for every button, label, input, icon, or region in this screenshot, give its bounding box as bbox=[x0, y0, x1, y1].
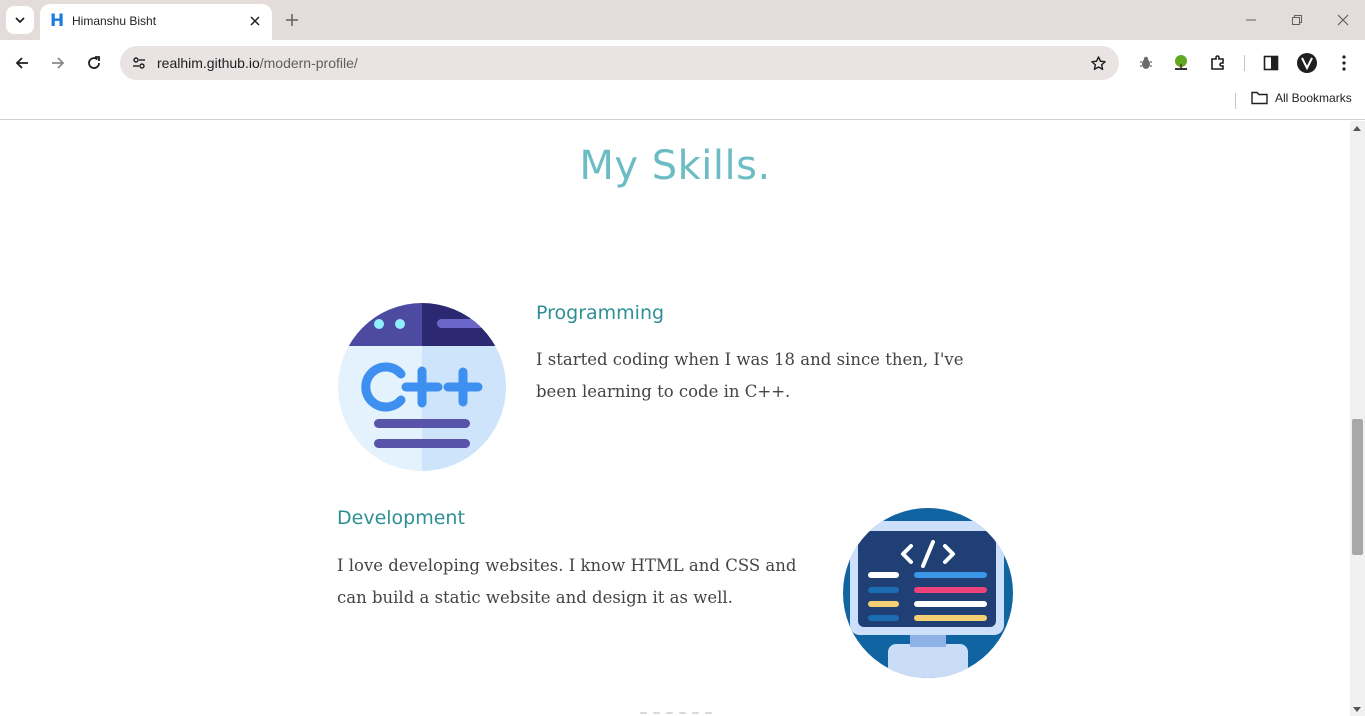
tab-title: Himanshu Bisht bbox=[72, 14, 157, 28]
skill-text-programming: I started coding when I was 18 and since… bbox=[536, 350, 964, 401]
all-bookmarks-label: All Bookmarks bbox=[1275, 91, 1352, 105]
back-button[interactable] bbox=[10, 51, 34, 75]
web-development-monitor-icon bbox=[843, 508, 1013, 678]
page-scrollbar[interactable] bbox=[1350, 121, 1365, 716]
cpp-code-icon bbox=[338, 303, 506, 471]
url-path: /modern-profile/ bbox=[259, 55, 358, 71]
reload-icon bbox=[88, 56, 100, 69]
all-bookmarks-button[interactable]: All Bookmarks bbox=[1251, 91, 1352, 105]
tab-close-button[interactable] bbox=[247, 13, 263, 29]
skill-text-development: I love developing websites. I know HTML … bbox=[337, 556, 797, 607]
tune-icon bbox=[133, 57, 145, 69]
close-icon bbox=[1337, 14, 1349, 26]
site-info-button[interactable] bbox=[128, 52, 150, 74]
scroll-down-arrow-icon[interactable] bbox=[1353, 707, 1361, 712]
tab-search-button[interactable] bbox=[6, 6, 34, 34]
tab-strip: H Himanshu Bisht bbox=[0, 0, 1365, 40]
side-panel-icon bbox=[1263, 55, 1279, 71]
scroll-up-arrow-icon[interactable] bbox=[1353, 126, 1361, 131]
forward-button[interactable] bbox=[46, 51, 70, 75]
reload-button[interactable] bbox=[82, 51, 106, 75]
extension-tree-button[interactable] bbox=[1170, 52, 1192, 74]
bug-icon bbox=[1140, 56, 1152, 69]
bookmarks-divider bbox=[1235, 93, 1236, 109]
arrow-right-icon bbox=[52, 57, 65, 69]
folder-icon bbox=[1251, 91, 1268, 105]
avatar-icon bbox=[1297, 53, 1317, 73]
restore-icon bbox=[1292, 15, 1302, 25]
plus-icon bbox=[286, 14, 298, 26]
restore-button[interactable] bbox=[1286, 10, 1308, 30]
url-host: realhim.github.io bbox=[157, 55, 260, 71]
side-panel-button[interactable] bbox=[1260, 52, 1282, 74]
minimize-button[interactable] bbox=[1240, 10, 1262, 30]
toolbar-divider bbox=[1244, 55, 1245, 71]
close-window-button[interactable] bbox=[1332, 10, 1354, 30]
chevron-down-icon bbox=[15, 17, 25, 24]
skill-title-development: Development bbox=[337, 507, 465, 529]
page-title: My Skills. bbox=[579, 143, 771, 189]
browser-toolbar: realhim.github.io/modern-profile/ bbox=[0, 40, 1365, 86]
extensions-button[interactable] bbox=[1207, 52, 1229, 74]
extension-bug-button[interactable] bbox=[1135, 52, 1157, 74]
bookmarks-bar: All Bookmarks bbox=[0, 86, 1365, 120]
section-divider-dots bbox=[640, 712, 712, 714]
url-text: realhim.github.io/modern-profile/ bbox=[157, 55, 358, 71]
page-viewport: My Skills. Programming I started coding … bbox=[0, 121, 1350, 716]
new-tab-button[interactable] bbox=[282, 10, 302, 30]
tab-himanshu-bisht[interactable]: H Himanshu Bisht bbox=[40, 4, 272, 40]
more-vertical-icon bbox=[1342, 55, 1346, 71]
minimize-icon bbox=[1246, 19, 1256, 21]
puzzle-icon bbox=[1211, 55, 1224, 70]
menu-button[interactable] bbox=[1333, 52, 1355, 74]
close-icon bbox=[250, 16, 260, 26]
arrow-left-icon bbox=[15, 57, 28, 69]
tree-icon bbox=[1175, 55, 1187, 70]
favicon-icon: H bbox=[50, 11, 65, 31]
profile-button[interactable] bbox=[1296, 52, 1318, 74]
bookmark-star-button[interactable] bbox=[1089, 54, 1107, 72]
skill-title-programming: Programming bbox=[536, 302, 665, 324]
address-bar[interactable]: realhim.github.io/modern-profile/ bbox=[120, 46, 1119, 80]
star-icon bbox=[1090, 55, 1106, 70]
scrollbar-thumb[interactable] bbox=[1352, 419, 1363, 555]
